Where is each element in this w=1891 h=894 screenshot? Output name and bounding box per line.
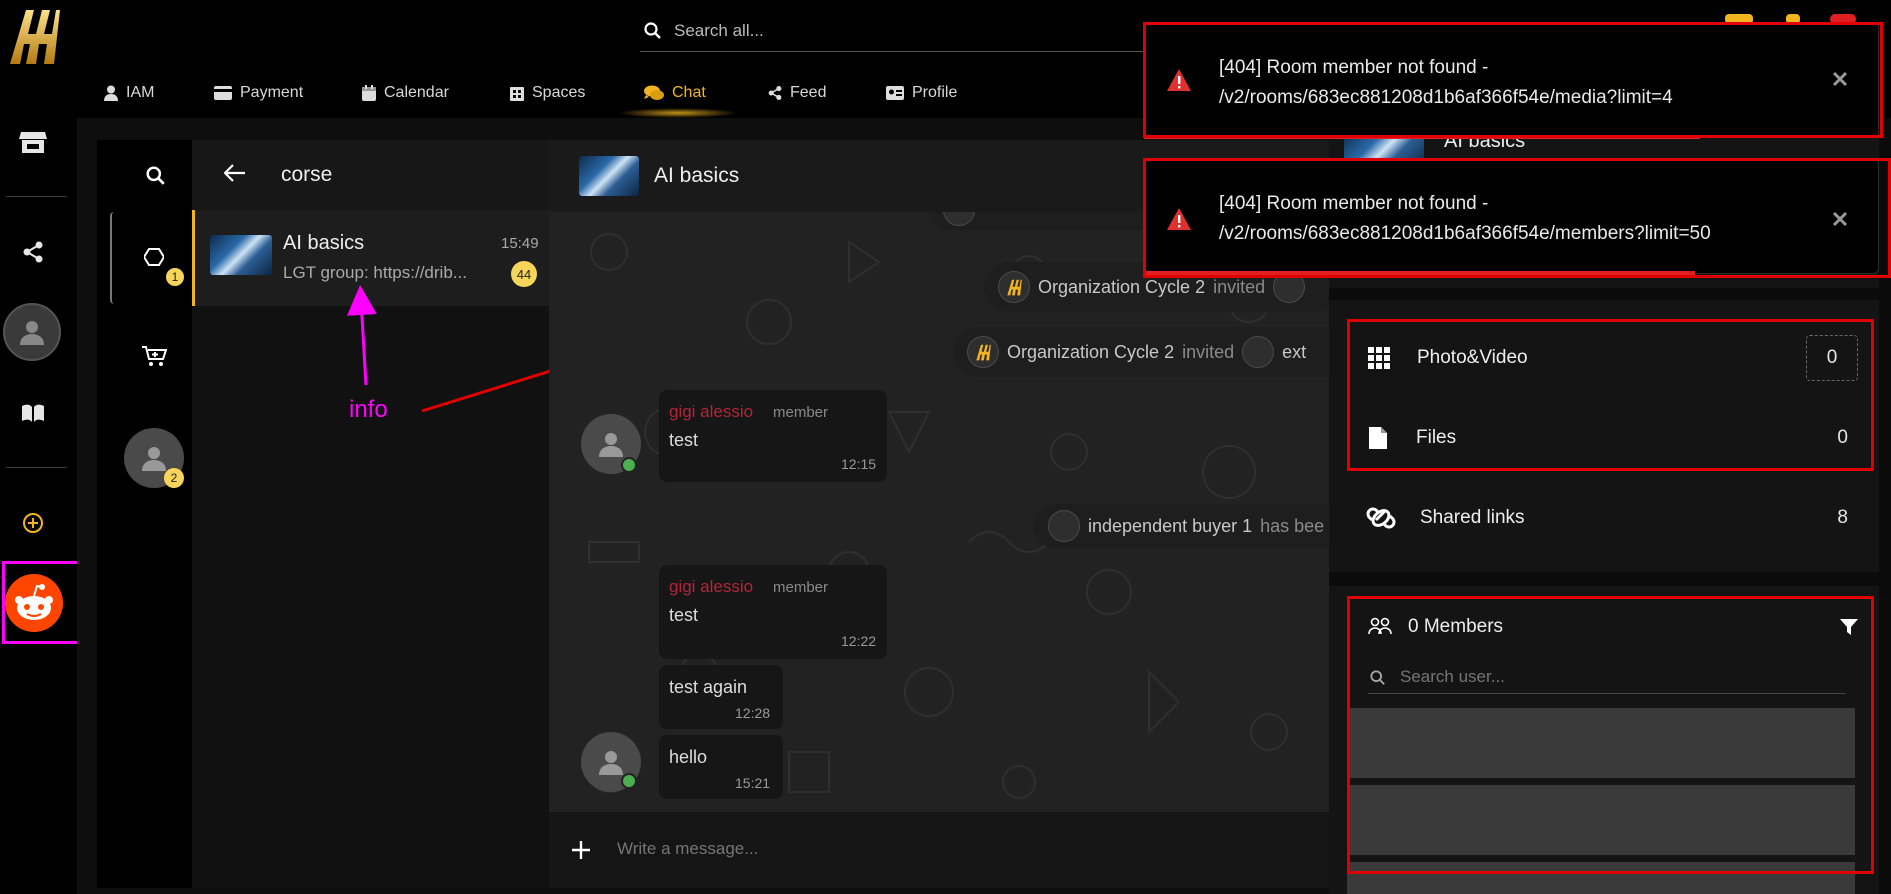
message-bubble[interactable]: gigi alessio member test 12:22 bbox=[659, 565, 887, 659]
media-row-photo-video[interactable]: Photo&Video 0 bbox=[1368, 335, 1858, 381]
annotation-highlight-box bbox=[1143, 22, 1883, 138]
system-actor: Organization Cycle 2 bbox=[1007, 341, 1175, 362]
message-composer bbox=[549, 812, 1329, 888]
org-logo-icon bbox=[967, 336, 999, 368]
media-label: Files bbox=[1416, 427, 1457, 448]
message-bubble[interactable]: hello 15:21 bbox=[659, 735, 783, 799]
message-time: 12:15 bbox=[841, 456, 877, 472]
annotation-label: info bbox=[349, 396, 388, 423]
annotation-highlight-box bbox=[1143, 158, 1891, 278]
org-avatar bbox=[943, 212, 975, 226]
message-text: test bbox=[669, 605, 699, 625]
message-sender: gigi alessio bbox=[669, 402, 754, 421]
media-count: 8 bbox=[1837, 507, 1848, 528]
media-row-links[interactable]: Shared links 8 bbox=[1366, 496, 1848, 540]
system-actor: Organization Cycle 2 bbox=[1038, 276, 1206, 297]
media-count: 0 bbox=[1837, 427, 1848, 448]
media-count: 0 bbox=[1806, 335, 1858, 381]
message-bubble[interactable]: test again 12:28 bbox=[659, 665, 783, 729]
message-bubble[interactable]: gigi alessio member test 12:15 bbox=[659, 390, 887, 482]
message-time: 12:28 bbox=[735, 705, 771, 721]
message-role: member bbox=[773, 579, 829, 596]
system-action: invited bbox=[1213, 276, 1266, 297]
grid-icon bbox=[1368, 347, 1390, 369]
system-action: invited bbox=[1182, 341, 1235, 362]
message-text: test bbox=[669, 430, 699, 450]
system-action: has bee bbox=[1260, 515, 1325, 536]
system-target: ext bbox=[1282, 341, 1307, 362]
user-avatar bbox=[1048, 510, 1080, 542]
online-indicator bbox=[621, 773, 637, 789]
message-text: test again bbox=[669, 677, 748, 697]
message-sender: gigi alessio bbox=[669, 577, 754, 596]
user-avatar bbox=[1242, 336, 1275, 368]
media-label: Shared links bbox=[1420, 507, 1525, 528]
online-indicator bbox=[621, 457, 637, 473]
media-row-files[interactable]: Files 0 bbox=[1368, 416, 1848, 460]
message-time: 12:22 bbox=[841, 633, 877, 649]
message-time: 15:21 bbox=[735, 775, 771, 791]
org-logo-icon bbox=[998, 271, 1030, 303]
attach-plus-icon[interactable] bbox=[571, 840, 591, 860]
message-text: hello bbox=[669, 747, 708, 767]
annotation-highlight-box bbox=[1347, 596, 1874, 874]
system-message: Organization Cycle 2 invited ext bbox=[953, 327, 1329, 377]
media-label: Photo&Video bbox=[1417, 347, 1528, 368]
link-icon bbox=[1366, 507, 1396, 529]
message-role: member bbox=[773, 404, 829, 421]
message-timeline[interactable]: Organization Cycle 2 invited Organizatio… bbox=[549, 212, 1329, 812]
system-actor: independent buyer 1 bbox=[1088, 515, 1253, 536]
system-message: independent buyer 1 has bee bbox=[1034, 504, 1329, 548]
chat-title: AI basics bbox=[654, 164, 740, 187]
message-input[interactable] bbox=[615, 834, 1295, 864]
file-icon bbox=[1369, 427, 1387, 449]
room-thumbnail bbox=[579, 156, 639, 196]
